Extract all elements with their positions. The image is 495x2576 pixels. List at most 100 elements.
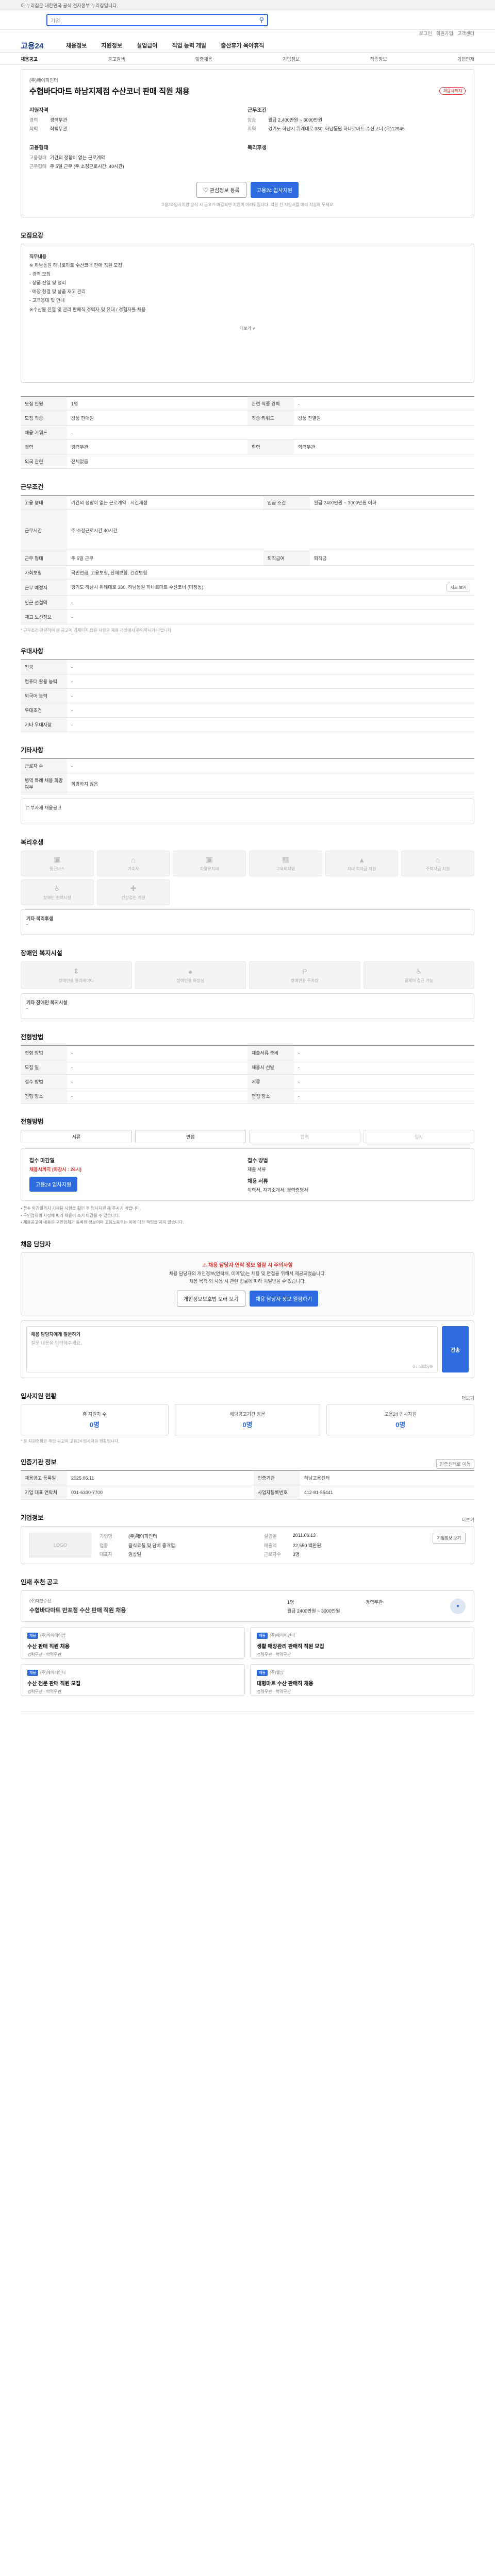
gnb-training[interactable]: 직업 능력 개발 (172, 41, 206, 49)
welfare-label: 차량유지비 (200, 867, 219, 871)
related-card[interactable]: 채용 (주)웰팜 대형마트 수산 판매직 채용 경력무관 · 학력무관 (250, 1664, 474, 1697)
welfare-item: ✚ 건강검진 지원 (96, 879, 170, 905)
subnav-3[interactable]: 기업정보 (283, 56, 300, 62)
view-contact-button[interactable]: 채용 담당자 정보 열람하기 (249, 1291, 319, 1307)
card-company: (주)에이피인터 (40, 1670, 66, 1675)
job-header: (주)에이피인터 수협바다마트 하남지제점 수산코너 판매 직원 채용 채용시까지… (21, 69, 474, 217)
table-row: 사회보험 국민연금, 고용보험, 산재보험, 건강보험 (21, 565, 474, 580)
disabled-item: ● 장애인용 화장실 (135, 961, 246, 989)
subnav-5[interactable]: 기업인재 (457, 56, 474, 62)
wheelchair-icon: ♿ (415, 967, 422, 975)
td: - (294, 1074, 474, 1089)
welfare-item: ▣ 차량유지비 (173, 851, 246, 876)
td: - (67, 674, 474, 689)
featured-job[interactable]: (주)대한수산 수협바다마트 반포점 수산 판매 직원 채용 1명 경력무관 월… (21, 1590, 474, 1622)
contact-alert: ⚠ 채용 담당자 연락 정보 열람 시 주의사항 채용 담당자의 개인정보(연락… (21, 1252, 474, 1316)
cond-key: 지역 (248, 126, 256, 131)
th: 임금 조건 (263, 495, 310, 510)
company-more[interactable]: 더보기 (461, 1516, 474, 1523)
search-icon[interactable]: ⚲ (259, 16, 264, 24)
company-name[interactable]: (주)에이피인터 (29, 77, 466, 83)
th: 전공 (21, 659, 67, 674)
related-card[interactable]: 채용 (주)에이피인터 수산 전문 판매 직원 모집 경력무관 · 학력무관 (21, 1664, 245, 1697)
co-value: 3명 (292, 1552, 300, 1557)
apply-deadline-label: 접수 마감일 (29, 1158, 55, 1164)
table-row: 고용 형태 기간의 정함이 없는 근로계약 · 시간제정 임금 조건 월급 2400만… (21, 495, 474, 510)
cond-title: 근무조건 (21, 483, 44, 490)
subnav-2[interactable]: 맞춤채용 (195, 56, 212, 62)
gnb-leave[interactable]: 출산휴가 육아휴직 (221, 41, 264, 49)
td: 1명 (67, 396, 248, 411)
elevator-icon: ⇕ (73, 967, 79, 975)
logo[interactable]: 고용24 (21, 40, 52, 51)
table-row: 외국 관련 전체없음 (21, 454, 474, 469)
company-box: LOGO 기업명 (주)에이피인터 설립일 2011.06.13 업종 음식료품 및 담… (21, 1526, 474, 1565)
privacy-law-button[interactable]: 개인정보보호법 보러 보기 (176, 1291, 245, 1307)
related-card[interactable]: 채용 (주)아이에이팜 수산 판매 직원 채용 경력무관 · 학력무관 (21, 1627, 245, 1659)
stat-value: 0명 (242, 1421, 253, 1429)
th: 재고 노선정보 (21, 609, 67, 624)
apply-button-2[interactable]: 고용24 입사지원 (29, 1177, 78, 1192)
td: - (294, 1060, 474, 1075)
td: - (67, 1060, 248, 1075)
desc-line: - 매장 청결 및 상품 재고 관리 (29, 289, 86, 295)
th: 고용 형태 (21, 495, 67, 510)
gnb-unemployment[interactable]: 실업급여 (137, 41, 157, 49)
apply-method-label: 접수 방법 (248, 1158, 268, 1164)
signup-link[interactable]: 회원가입 (436, 30, 453, 37)
card-meta: 경력무관 · 학력무관 (27, 1652, 61, 1657)
card-company: (주)웰팜 (269, 1670, 284, 1675)
th: 기업 대표 연락처 (21, 1485, 67, 1500)
related-card[interactable]: 채용 (주)에이피인터 생활 매장관리 판매직 직원 모집 경력무관 · 학력무관 (250, 1627, 474, 1659)
welfare-label: 기숙사 (127, 866, 139, 871)
disabled-label: 장애인용 화장실 (176, 978, 205, 983)
th: 전형 방법 (21, 1045, 67, 1060)
gnb-jobs[interactable]: 채용정보 (66, 41, 87, 49)
desc-more-button[interactable]: 더보기 ∨ (29, 325, 466, 332)
process-title: 전형방법 (21, 1118, 44, 1125)
inquiry-textarea[interactable]: 채용 담당자에게 질문하기 질문 내용을 입력해주세요. 0 / 500byte (26, 1326, 438, 1373)
table-row: 전형 방법 - 제출서류 준비 - (21, 1045, 474, 1060)
th: 모집 인원 (21, 396, 67, 411)
search-input[interactable]: 기업 ⚲ (46, 14, 268, 26)
td: - (67, 1045, 248, 1060)
stats-more[interactable]: 더보기 (461, 1395, 474, 1401)
apply-button[interactable]: 고용24 입사지원 (250, 182, 299, 198)
card-company: (주)에이피인터 (269, 1633, 295, 1638)
map-button[interactable]: 지도 보기 (447, 584, 470, 591)
inquiry-send-button[interactable]: 전송 (442, 1326, 469, 1373)
company-info-button[interactable]: 기업정보 보기 (432, 1533, 466, 1544)
subnav-0[interactable]: 채용공고 (21, 56, 38, 62)
etc-link[interactable]: □ 부자재 채용공고 (26, 805, 61, 810)
card-meta: 경력무관 · 학력무관 (257, 1652, 291, 1657)
table-row: 접수 방법 - 서류 - (21, 1074, 474, 1089)
card-title: 수산 전문 판매 직원 모집 (27, 1681, 81, 1687)
login-link[interactable]: 로그인 (419, 30, 432, 37)
table-row: 채용공고 등록일 2025.06.11 인증기관 하남고용센터 (21, 1470, 474, 1486)
scrap-button[interactable]: ♡ 관심정보 등록 (196, 182, 246, 198)
disabled-item: ⇕ 장애인용 엘리베이터 (21, 961, 132, 989)
company-emblem-icon: ● (450, 1598, 466, 1614)
th: 경력 (21, 439, 67, 454)
th: 우대조건 (21, 703, 67, 718)
apply-deadline-value: 채용시까지 (마감시 : 24시) (29, 1167, 82, 1172)
help-link[interactable]: 고객센터 (457, 30, 474, 37)
warning-icon: ⚠ (202, 1262, 208, 1268)
disabled-item: P 장애인용 주차장 (249, 961, 360, 989)
welfare-item: ▲ 자녀 학자금 지원 (325, 851, 399, 876)
table-row: 채용 키워드 - (21, 425, 474, 440)
gnb-support[interactable]: 지원정보 (101, 41, 122, 49)
apply-docs-value: 이력서, 자기소개서, 경력증명서 (248, 1188, 308, 1193)
book-icon: ▤ (282, 855, 289, 863)
subnav-1[interactable]: 공고검색 (108, 56, 125, 62)
desc-line: 직무내용 (29, 254, 47, 259)
scrap-label: 관심정보 등록 (209, 188, 240, 194)
featured-meta: 1명 (287, 1599, 294, 1605)
table-row: 재고 노선정보 - (21, 609, 474, 624)
step-item: 입사 (363, 1130, 474, 1143)
td: 월급 2400만원 ~ 3000만원 이하 (309, 495, 474, 510)
td: 주 5일 근무 (67, 551, 263, 566)
subnav-4[interactable]: 직종정보 (370, 56, 387, 62)
reg-button[interactable]: 인증센터로 이동 (436, 1459, 474, 1469)
desc-box: 직무내용 ※ 하남동원 하나로마트 수산코너 판매 직원 모집 - 경력 모집 … (21, 244, 474, 383)
